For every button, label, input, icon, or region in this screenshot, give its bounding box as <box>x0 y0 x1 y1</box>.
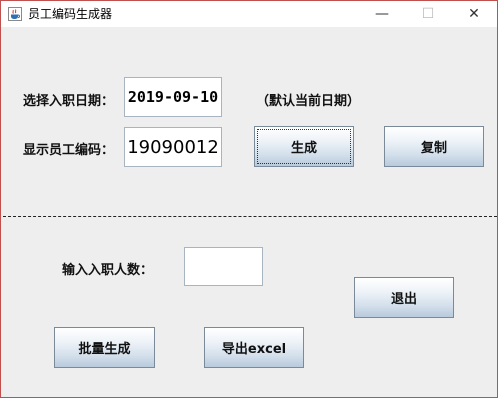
app-window: 员工编码生成器 — ☐ ✕ 选择入职日期： 2019-09-10 （默认当前日期… <box>0 0 498 398</box>
copy-button[interactable]: 复制 <box>384 126 484 167</box>
exit-button[interactable]: 退出 <box>354 277 454 318</box>
hire-count-label: 输入入职人数： <box>62 263 154 278</box>
employee-code-field[interactable]: 19090012 <box>124 127 222 167</box>
java-cup-icon <box>8 7 22 21</box>
employee-code-label: 显示员工编码： <box>23 143 115 158</box>
join-date-label: 选择入职日期： <box>23 94 115 109</box>
generate-button[interactable]: 生成 <box>254 126 354 167</box>
hire-count-input[interactable] <box>184 247 263 286</box>
batch-generate-button[interactable]: 批量生成 <box>54 327 155 368</box>
default-date-hint: （默认当前日期） <box>256 94 361 109</box>
minimize-button[interactable]: — <box>359 1 405 27</box>
export-excel-button[interactable]: 导出excel <box>204 327 304 368</box>
section-divider <box>3 216 497 217</box>
join-date-field[interactable]: 2019-09-10 <box>124 77 222 117</box>
title-bar[interactable]: 员工编码生成器 — ☐ ✕ <box>1 1 497 27</box>
window-title: 员工编码生成器 <box>28 7 113 21</box>
close-button[interactable]: ✕ <box>451 1 497 27</box>
maximize-button[interactable]: ☐ <box>405 1 451 27</box>
